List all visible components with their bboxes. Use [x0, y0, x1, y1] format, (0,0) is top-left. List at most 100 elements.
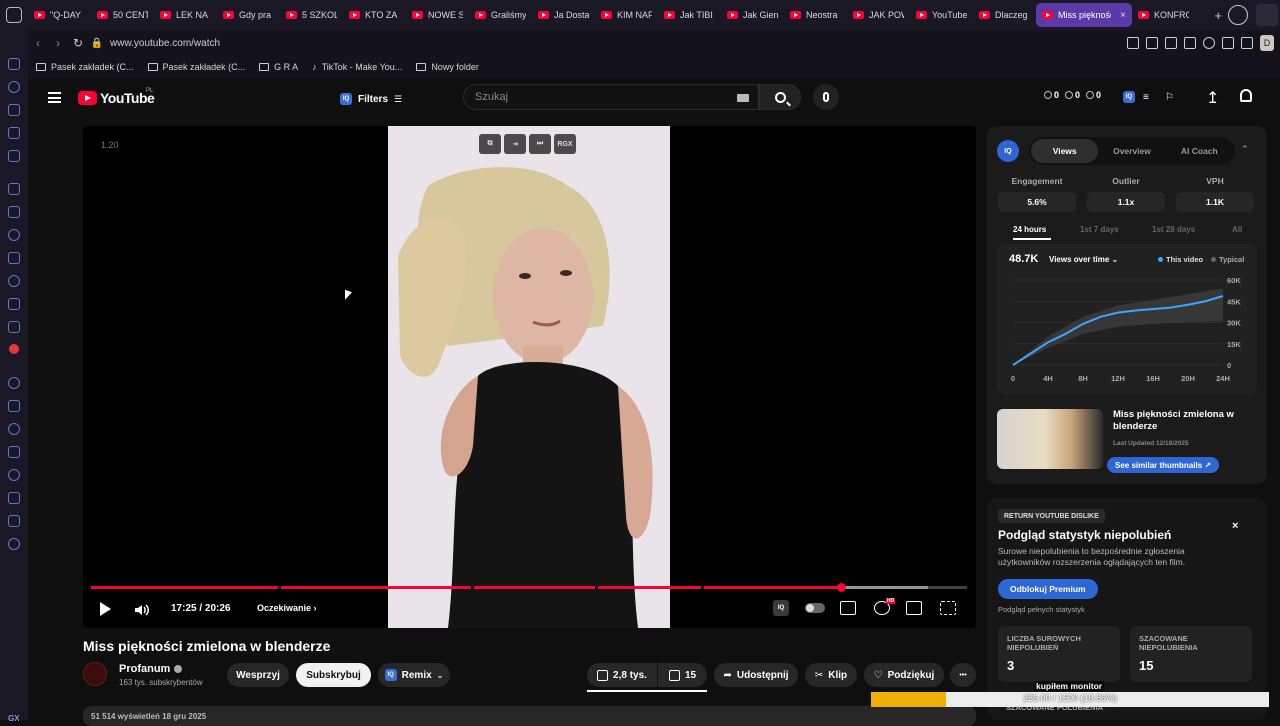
- sidebar-x-icon[interactable]: [8, 298, 20, 310]
- tab-12[interactable]: Neostra: [784, 3, 847, 27]
- more-actions-button[interactable]: •••: [950, 663, 976, 687]
- tab-14[interactable]: YouTube: [910, 3, 973, 27]
- player-icon[interactable]: [1184, 37, 1196, 49]
- wallet-icon[interactable]: [1165, 37, 1177, 49]
- clock-counter[interactable]: 0: [1044, 90, 1059, 100]
- sidebar-discord-icon[interactable]: [8, 321, 20, 333]
- sidebar-extension-icon[interactable]: [9, 344, 19, 354]
- filters-button[interactable]: IQ Filters ☰: [340, 88, 402, 110]
- heart-icon[interactable]: [1203, 37, 1215, 49]
- iq-tab-views[interactable]: Views: [1031, 139, 1099, 163]
- sidebar-twitch-icon[interactable]: [8, 206, 20, 218]
- similar-thumbnail-image[interactable]: [997, 409, 1103, 469]
- extensions-icon[interactable]: [1222, 37, 1234, 49]
- play-icon[interactable]: [100, 602, 111, 616]
- sidebar-m-icon[interactable]: [8, 150, 20, 162]
- clip-button[interactable]: ✂ Klip: [805, 663, 857, 687]
- trophy-icon[interactable]: ⚐: [1165, 92, 1174, 103]
- see-similar-thumbnails-button[interactable]: See similar thumbnails ↗: [1107, 457, 1220, 473]
- bookmark-page-icon[interactable]: [1127, 37, 1139, 49]
- vidiq-player-icon[interactable]: IQ: [773, 600, 789, 616]
- sidebar-shop-icon[interactable]: [8, 104, 20, 116]
- upload-icon[interactable]: ↥: [1206, 88, 1219, 108]
- search-input[interactable]: Szukaj: [463, 84, 759, 110]
- volume-icon[interactable]: [134, 603, 150, 617]
- sidebar-settings-icon[interactable]: [8, 538, 20, 550]
- sidebar-mail-icon[interactable]: [8, 58, 20, 70]
- iq-tab-overview[interactable]: Overview: [1098, 139, 1165, 163]
- list-icon[interactable]: ≡: [1143, 92, 1149, 103]
- remix-button[interactable]: IQ Remix ⌄: [378, 663, 450, 687]
- sidebar-spotify-icon[interactable]: [8, 377, 20, 389]
- reload-button[interactable]: ↻: [68, 33, 88, 53]
- opera-gx-logo[interactable]: [0, 0, 28, 30]
- eye-counter[interactable]: 0: [1065, 90, 1080, 100]
- sidebar-messenger-icon[interactable]: [8, 229, 20, 241]
- bookmark-4[interactable]: Nowy folder: [416, 62, 479, 72]
- tab-4[interactable]: 5 SZKOL: [280, 3, 343, 27]
- sidebar-extensions-icon[interactable]: [8, 515, 20, 527]
- url-field[interactable]: www.youtube.com/watch: [110, 38, 220, 49]
- progress-bar[interactable]: [91, 583, 967, 592]
- back-button[interactable]: ‹: [28, 33, 48, 53]
- notifications-bell-icon[interactable]: [1240, 89, 1252, 102]
- miniplayer-icon[interactable]: [906, 601, 922, 615]
- hamburger-menu-icon[interactable]: [48, 92, 61, 103]
- sidebar-download-icon[interactable]: [8, 492, 20, 504]
- channel-avatar[interactable]: [83, 662, 107, 686]
- vidiq-header-icon[interactable]: IQ: [1123, 91, 1135, 103]
- support-button[interactable]: Wesprzyj: [227, 663, 289, 687]
- sidebar-player-icon[interactable]: [8, 400, 20, 412]
- tab-6[interactable]: NOWE S: [406, 3, 469, 27]
- lock-icon[interactable]: 🔒: [88, 38, 106, 49]
- tab-10[interactable]: Jak TIBI: [658, 3, 721, 27]
- eye-counter-2[interactable]: 0: [1086, 90, 1101, 100]
- sidebar-list-icon[interactable]: [8, 446, 20, 458]
- snapshot-icon[interactable]: [1146, 37, 1158, 49]
- tab-13[interactable]: JAK POW: [847, 3, 910, 27]
- tab-15[interactable]: Dlaczeg: [973, 3, 1036, 27]
- popout-icon[interactable]: ⧉: [479, 134, 501, 154]
- progress-scrubber[interactable]: [836, 583, 846, 592]
- bookmark-3[interactable]: ♪ TikTok - Make You...: [312, 62, 402, 72]
- tab-close-icon[interactable]: ×: [1120, 10, 1126, 21]
- tab-2[interactable]: LEK NA: [154, 3, 217, 27]
- thanks-button[interactable]: ♡ Podziękuj: [864, 663, 944, 687]
- bookmark-2[interactable]: G R A: [259, 62, 298, 72]
- range-tab-2[interactable]: 1st 28 days: [1152, 225, 1195, 234]
- tab-search-icon[interactable]: [1228, 5, 1248, 25]
- tab-16[interactable]: Miss piękności z ×: [1036, 3, 1132, 27]
- preview-link[interactable]: Podgląd pełnych statystyk: [998, 605, 1085, 614]
- tab-17[interactable]: KONFRO: [1132, 3, 1195, 27]
- unlock-premium-button[interactable]: Odblokuj Premium: [998, 579, 1098, 599]
- range-tab-1[interactable]: 1st 7 days: [1080, 225, 1119, 234]
- channel-name[interactable]: Profanum: [119, 663, 183, 675]
- bookmark-0[interactable]: Pasek zakładek (C...: [36, 62, 134, 72]
- chapter-title[interactable]: Oczekiwanie ›: [257, 603, 317, 613]
- sidebar-history-icon[interactable]: [8, 469, 20, 481]
- profile-avatar[interactable]: D: [1260, 35, 1274, 51]
- easy-setup-icon[interactable]: [1241, 37, 1253, 49]
- sidebar-news-icon[interactable]: [8, 127, 20, 139]
- like-button[interactable]: 2,8 tys.: [587, 663, 657, 687]
- sidebar-telegram-icon[interactable]: [8, 252, 20, 264]
- description-box[interactable]: [83, 706, 976, 726]
- window-menu-button[interactable]: [1256, 4, 1278, 26]
- forward-button[interactable]: ›: [48, 33, 68, 53]
- new-tab-button[interactable]: +: [1208, 8, 1228, 23]
- tab-5[interactable]: KTO ZA: [343, 3, 406, 27]
- sidebar-aria-icon[interactable]: [8, 183, 20, 195]
- sidebar-instagram-icon[interactable]: [8, 275, 20, 287]
- subscribe-button[interactable]: Subskrybuj: [296, 663, 371, 687]
- keyboard-icon[interactable]: [737, 94, 749, 102]
- video-frame[interactable]: [388, 126, 670, 628]
- tab-11[interactable]: Jak Gien: [721, 3, 784, 27]
- tab-0[interactable]: "Q-DAY: [28, 3, 91, 27]
- dislike-button[interactable]: 15: [658, 663, 707, 687]
- voice-search-button[interactable]: [813, 84, 839, 110]
- sidebar-heart-icon[interactable]: [8, 423, 20, 435]
- fullscreen-icon[interactable]: [940, 601, 956, 615]
- iq-tab-ai-coach[interactable]: AI Coach: [1166, 139, 1233, 163]
- share-button[interactable]: ➦ Udostępnij: [714, 663, 798, 687]
- chart-mode-dropdown[interactable]: Views over time ⌄: [1049, 255, 1118, 264]
